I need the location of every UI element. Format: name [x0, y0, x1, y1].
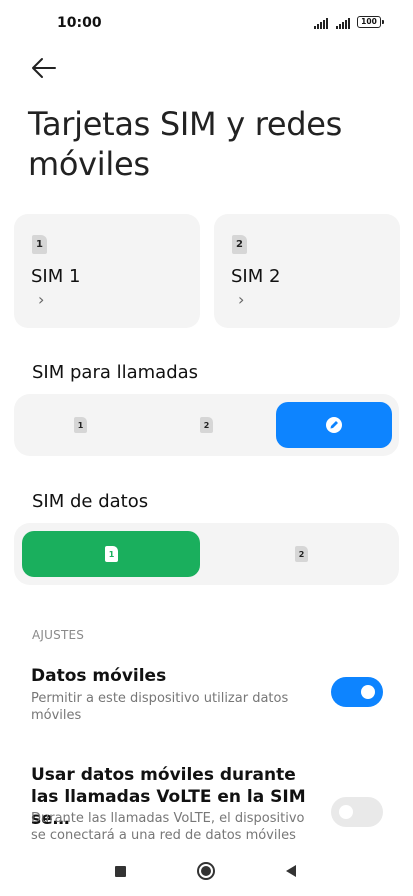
sim-card-2[interactable]: 2 SIM 2 › — [214, 214, 400, 328]
settings-section-label: AJUSTES — [32, 628, 85, 642]
home-icon[interactable] — [197, 862, 215, 880]
back-arrow-icon — [32, 58, 56, 78]
status-time: 10:00 — [57, 15, 102, 31]
mobile-data-description: Permitir a este dispositivo utilizar dat… — [31, 691, 289, 723]
calls-option-sim-1[interactable]: 1 — [22, 402, 138, 448]
sim-card-1[interactable]: 1 SIM 1 › — [14, 214, 200, 328]
calls-sim-selector: 1 2 — [14, 394, 399, 456]
data-option-sim-2[interactable]: 2 — [212, 531, 390, 577]
toggle-knob — [361, 685, 375, 699]
volte-description: Durante las llamadas VoLTE, el dispositi… — [31, 811, 305, 843]
sim-1-icon: 1 — [74, 417, 87, 433]
data-sim-selector: 1 2 — [14, 523, 399, 585]
sim-2-icon: 2 — [200, 417, 213, 433]
sim-2-icon: 2 — [295, 546, 308, 562]
toggle-knob — [339, 805, 353, 819]
recents-icon[interactable] — [115, 866, 126, 877]
back-icon[interactable] — [285, 864, 297, 878]
mobile-data-toggle[interactable] — [331, 677, 383, 707]
calls-option-ask[interactable] — [276, 402, 392, 448]
data-section-title: SIM de datos — [32, 491, 149, 512]
sim-1-icon: 1 — [105, 546, 118, 562]
back-arrow-button[interactable] — [30, 56, 60, 80]
chevron-right-icon: › — [238, 290, 245, 309]
page-title: Tarjetas SIM y redes móviles — [28, 105, 343, 183]
battery-icon: 100 — [357, 16, 384, 28]
signal-icon-sim1 — [314, 18, 330, 29]
mobile-data-title: Datos móviles — [31, 666, 167, 686]
sim-1-badge-icon: 1 — [32, 235, 47, 254]
data-option-sim-1[interactable]: 1 — [22, 531, 200, 577]
sim-1-name: SIM 1 — [31, 266, 81, 287]
sim-2-name: SIM 2 — [231, 266, 281, 287]
navigation-bar — [0, 846, 413, 896]
chevron-right-icon: › — [38, 290, 45, 309]
calls-option-sim-2[interactable]: 2 — [148, 402, 264, 448]
calls-section-title: SIM para llamadas — [32, 362, 199, 383]
signal-icon-sim2 — [336, 18, 352, 29]
sim-2-badge-icon: 2 — [232, 235, 247, 254]
edit-icon — [326, 417, 342, 433]
volte-toggle[interactable] — [331, 797, 383, 827]
